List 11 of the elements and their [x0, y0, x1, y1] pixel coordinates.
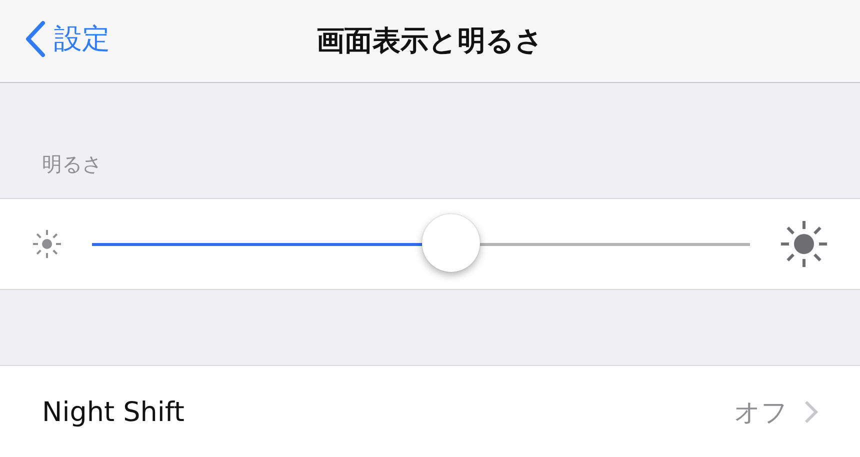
back-button[interactable]: 設定	[24, 20, 110, 58]
screen-title: 画面表示と明るさ	[316, 23, 544, 59]
large-sun-icon	[778, 218, 830, 270]
chevron-icon	[804, 400, 818, 424]
small-sun-icon	[30, 227, 64, 261]
back-chevron-icon	[24, 20, 46, 58]
row-label: Night Shift	[42, 396, 186, 428]
row-value: オフ	[734, 396, 788, 430]
settings-row[interactable]: Night Shift オフ	[0, 365, 860, 457]
section-header: 明るさ	[41, 151, 103, 178]
slider-thumb[interactable]	[422, 214, 480, 272]
